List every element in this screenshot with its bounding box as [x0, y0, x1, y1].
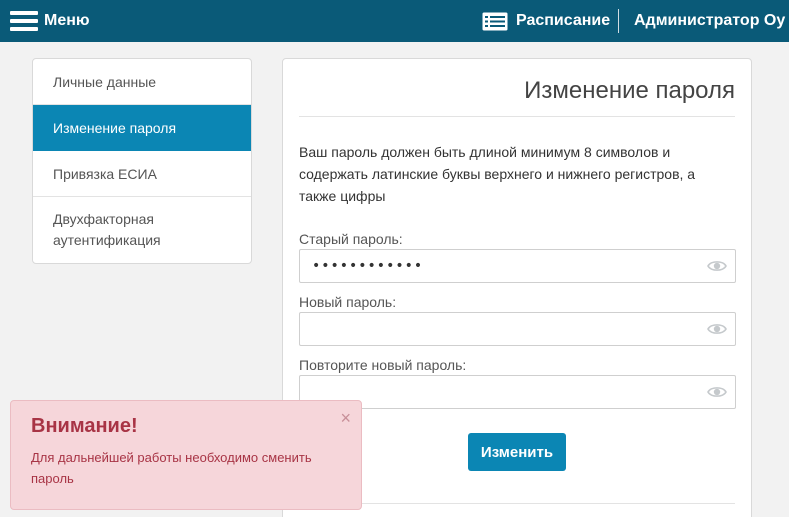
old-password-label: Старый пароль: [299, 231, 403, 247]
repeat-password-label: Повторите новый пароль: [299, 357, 467, 373]
password-requirements-text: Ваш пароль должен быть длиной минимум 8 … [299, 144, 696, 204]
sidebar-item-esia[interactable]: Привязка ЕСИА [33, 151, 251, 197]
eye-icon[interactable] [707, 259, 727, 273]
footer-divider [299, 503, 735, 504]
old-password-value: •••••••••••• [312, 258, 424, 274]
page-title: Изменение пароля [524, 77, 735, 104]
user-menu[interactable]: Администратор Оу [634, 8, 785, 34]
title-divider [299, 116, 735, 117]
menu-button[interactable]: Меню [10, 8, 90, 34]
sidebar-item-change-password[interactable]: Изменение пароля [33, 105, 251, 151]
new-password-label: Новый пароль: [299, 294, 397, 310]
warning-alert: Внимание! × Для дальнейшей работы необхо… [10, 400, 362, 510]
schedule-label: Расписание [516, 12, 611, 29]
hamburger-icon [10, 10, 38, 32]
menu-label: Меню [44, 12, 90, 29]
header-divider [618, 9, 619, 33]
sidebar-item-two-factor[interactable]: Двухфакторная аутентификация [33, 197, 251, 263]
alert-title: Внимание! [31, 415, 138, 437]
eye-icon[interactable] [707, 385, 727, 399]
close-icon[interactable]: × [340, 409, 351, 427]
old-password-field[interactable]: •••••••••••• [299, 249, 736, 283]
eye-icon[interactable] [707, 322, 727, 336]
profile-sidebar: Личные данные Изменение пароля Привязка … [32, 58, 252, 264]
change-password-button[interactable]: Изменить [468, 433, 566, 471]
top-navbar: Меню Расписание Администратор Оу [0, 0, 789, 42]
schedule-link[interactable]: Расписание [482, 8, 610, 34]
alert-message: Для дальнейшей работы необходимо сменить… [31, 450, 312, 486]
sidebar-item-personal-data[interactable]: Личные данные [33, 59, 251, 105]
new-password-field[interactable] [299, 312, 736, 346]
repeat-password-field[interactable] [299, 375, 736, 409]
schedule-list-icon [482, 12, 508, 30]
new-password-input[interactable] [300, 313, 700, 345]
